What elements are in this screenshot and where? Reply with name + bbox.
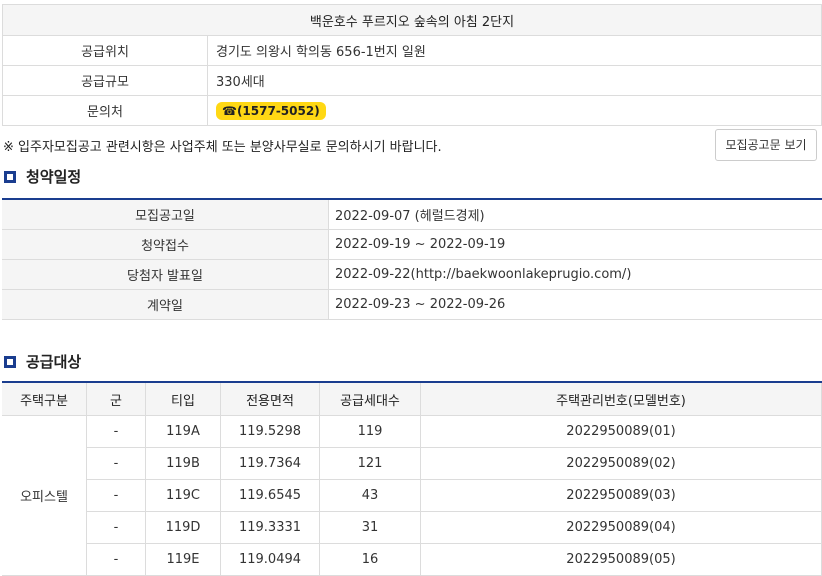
schedule-label: 모집공고일 (2, 199, 329, 230)
table-row: - 119C 119.6545 43 2022950089(03) (2, 480, 822, 512)
info-value: 330세대 (208, 66, 822, 96)
schedule-value: 2022-09-22(http://baekwoonlakeprugio.com… (329, 260, 822, 290)
gun-cell: - (87, 544, 146, 576)
view-notice-button[interactable]: 모집공고문 보기 (715, 129, 817, 161)
gun-cell: - (87, 416, 146, 448)
units-cell: 16 (320, 544, 421, 576)
gun-cell: - (87, 512, 146, 544)
info-value: 경기도 의왕시 학의동 656-1번지 일원 (208, 36, 822, 66)
schedule-section-title: 청약일정 (4, 166, 81, 187)
code-cell: 2022950089(03) (421, 480, 822, 512)
units-cell: 119 (320, 416, 421, 448)
schedule-value: 2022-09-19 ~ 2022-09-19 (329, 230, 822, 260)
units-cell: 31 (320, 512, 421, 544)
info-label: 공급위치 (3, 36, 208, 66)
schedule-value: 2022-09-23 ~ 2022-09-26 (329, 290, 822, 320)
table-row: - 119D 119.3331 31 2022950089(04) (2, 512, 822, 544)
col-header: 군 (87, 382, 146, 416)
complex-title: 백운호수 푸르지오 숲속의 아침 2단지 (3, 5, 822, 36)
contact-label: 문의처 (3, 96, 208, 126)
supply-title: 공급대상 (26, 351, 81, 372)
code-cell: 2022950089(04) (421, 512, 822, 544)
type-cell: 119D (146, 512, 221, 544)
info-row: 문의처 ☎(1577-5052) (3, 96, 822, 126)
schedule-title: 청약일정 (26, 166, 81, 187)
schedule-label: 청약접수 (2, 230, 329, 260)
col-header: 주택관리번호(모델번호) (421, 382, 822, 416)
notice-text: ※ 입주자모집공고 관련시항은 사업주체 또는 분양사무실로 문의하시기 바랍니… (3, 136, 442, 155)
contact-cell: ☎(1577-5052) (208, 96, 822, 126)
schedule-value: 2022-09-07 (헤럴드경제) (329, 199, 822, 230)
info-row: 공급위치 경기도 의왕시 학의동 656-1번지 일원 (3, 36, 822, 66)
gun-cell: - (87, 480, 146, 512)
schedule-row: 당첨자 발표일 2022-09-22(http://baekwoonlakepr… (2, 260, 822, 290)
units-cell: 43 (320, 480, 421, 512)
schedule-row: 모집공고일 2022-09-07 (헤럴드경제) (2, 199, 822, 230)
area-cell: 119.7364 (221, 448, 320, 480)
supply-table: 주택구분 군 티입 전용면적 공급세대수 주택관리번호(모델번호) 오피스텔 -… (2, 381, 822, 576)
phone-badge[interactable]: ☎(1577-5052) (216, 102, 326, 120)
info-label: 공급규모 (3, 66, 208, 96)
type-cell: 119C (146, 480, 221, 512)
schedule-row: 계약일 2022-09-23 ~ 2022-09-26 (2, 290, 822, 320)
supply-header-row: 주택구분 군 티입 전용면적 공급세대수 주택관리번호(모델번호) (2, 382, 822, 416)
type-cell: 119E (146, 544, 221, 576)
code-cell: 2022950089(01) (421, 416, 822, 448)
units-cell: 121 (320, 448, 421, 480)
area-cell: 119.6545 (221, 480, 320, 512)
gun-cell: - (87, 448, 146, 480)
info-row: 공급규모 330세대 (3, 66, 822, 96)
table-row: - 119B 119.7364 121 2022950089(02) (2, 448, 822, 480)
table-row: - 119E 119.0494 16 2022950089(05) (2, 544, 822, 576)
type-cell: 119A (146, 416, 221, 448)
area-cell: 119.0494 (221, 544, 320, 576)
col-header: 전용면적 (221, 382, 320, 416)
schedule-row: 청약접수 2022-09-19 ~ 2022-09-19 (2, 230, 822, 260)
info-table: 백운호수 푸르지오 숲속의 아침 2단지 공급위치 경기도 의왕시 학의동 65… (2, 4, 822, 126)
type-cell: 119B (146, 448, 221, 480)
schedule-label: 계약일 (2, 290, 329, 320)
square-bullet-icon (4, 171, 16, 183)
schedule-table: 모집공고일 2022-09-07 (헤럴드경제) 청약접수 2022-09-19… (2, 198, 822, 320)
col-header: 공급세대수 (320, 382, 421, 416)
house-type-cell: 오피스텔 (2, 416, 87, 576)
area-cell: 119.3331 (221, 512, 320, 544)
square-bullet-icon (4, 356, 16, 368)
area-cell: 119.5298 (221, 416, 320, 448)
table-row: 오피스텔 - 119A 119.5298 119 2022950089(01) (2, 416, 822, 448)
schedule-label: 당첨자 발표일 (2, 260, 329, 290)
col-header: 주택구분 (2, 382, 87, 416)
supply-section-title: 공급대상 (4, 351, 81, 372)
code-cell: 2022950089(02) (421, 448, 822, 480)
code-cell: 2022950089(05) (421, 544, 822, 576)
col-header: 티입 (146, 382, 221, 416)
